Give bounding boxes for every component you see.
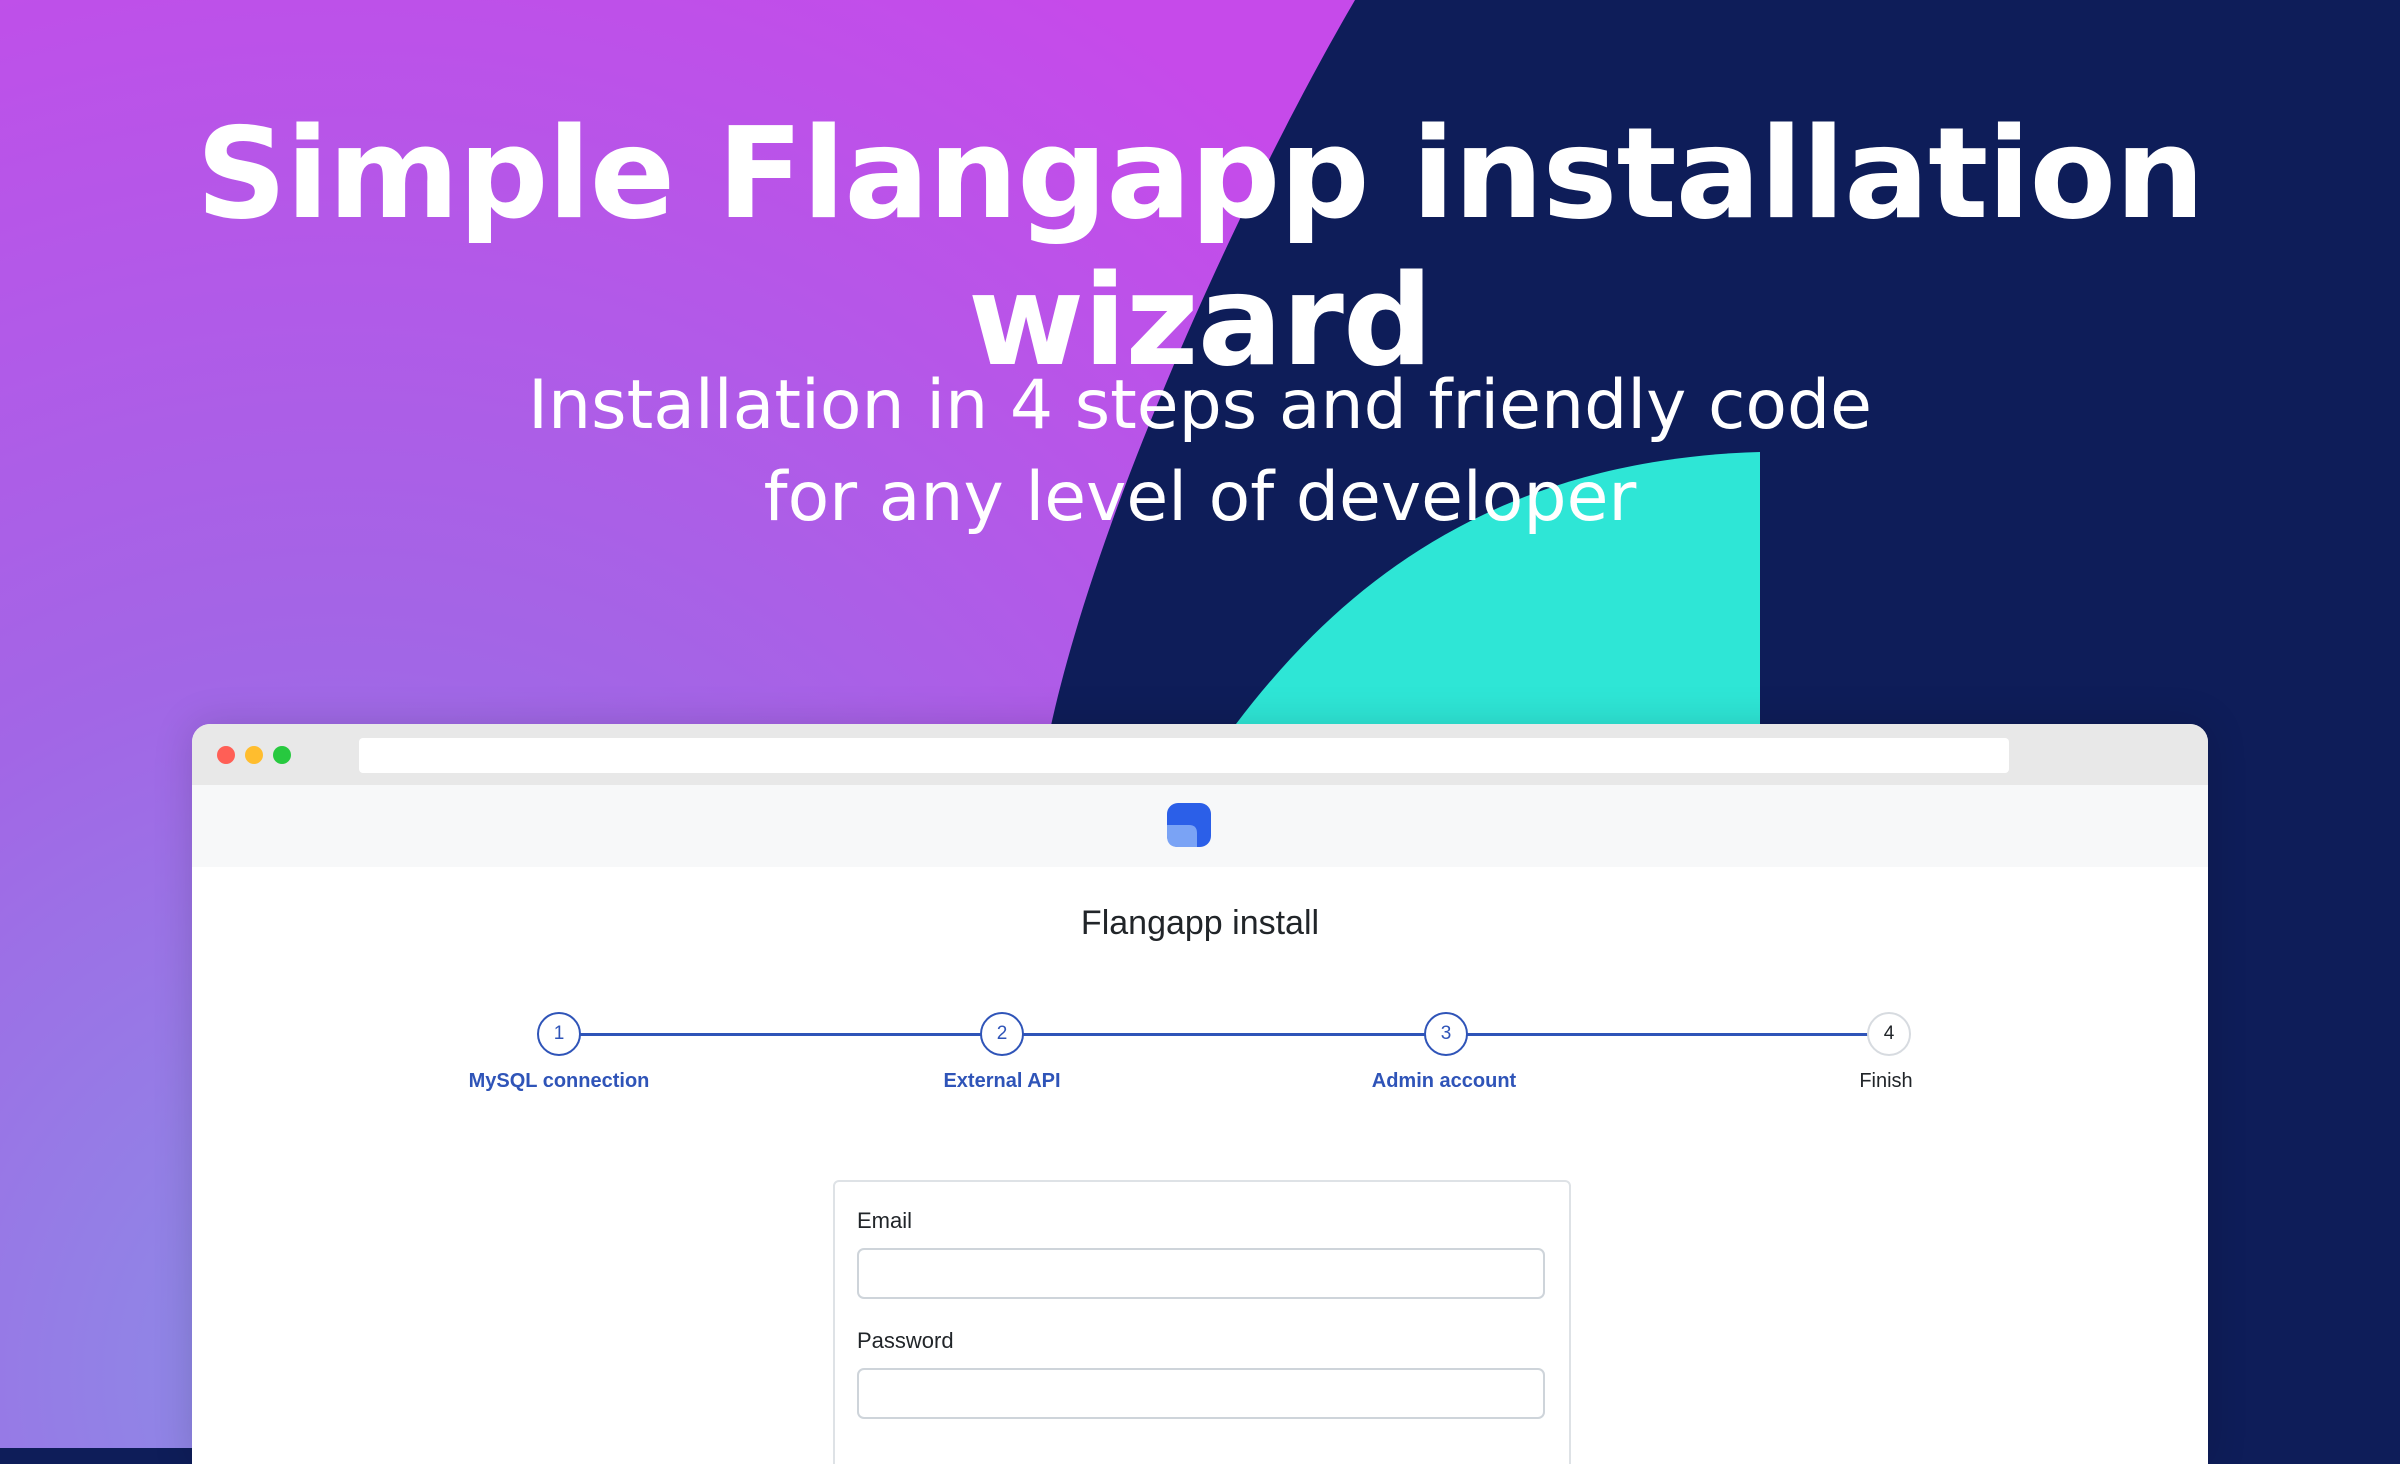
step-4-label[interactable]: Finish	[1756, 1070, 2016, 1093]
password-label: Password	[857, 1328, 954, 1353]
step-connector	[1446, 1033, 1888, 1036]
password-field[interactable]	[857, 1368, 1545, 1419]
email-field[interactable]	[857, 1248, 1545, 1299]
browser-window: Flangapp install 1 2 3 4 MySQL connectio…	[192, 724, 2208, 1464]
step-3-label[interactable]: Admin account	[1314, 1070, 1574, 1093]
step-2-label[interactable]: External API	[872, 1070, 1132, 1093]
step-4-indicator[interactable]: 4	[1867, 1012, 1911, 1056]
step-connector	[1003, 1033, 1444, 1036]
email-label: Email	[857, 1208, 913, 1233]
hero-title: Simple Flangapp installation wizard	[196, 100, 2205, 394]
step-connector	[559, 1033, 1001, 1036]
hero-subtitle-line-2: for any level of developer	[763, 458, 1637, 537]
step-1-indicator[interactable]: 1	[537, 1012, 581, 1056]
admin-account-form: Email Password	[833, 1180, 1571, 1464]
hero-subtitle-line-1: Installation in 4 steps and friendly cod…	[527, 366, 1873, 445]
step-3-indicator[interactable]: 3	[1424, 1012, 1468, 1056]
step-2-indicator[interactable]: 2	[980, 1012, 1024, 1056]
step-1-label[interactable]: MySQL connection	[429, 1070, 689, 1093]
hero-subtitle: Installation in 4 steps and friendly cod…	[0, 360, 2400, 544]
